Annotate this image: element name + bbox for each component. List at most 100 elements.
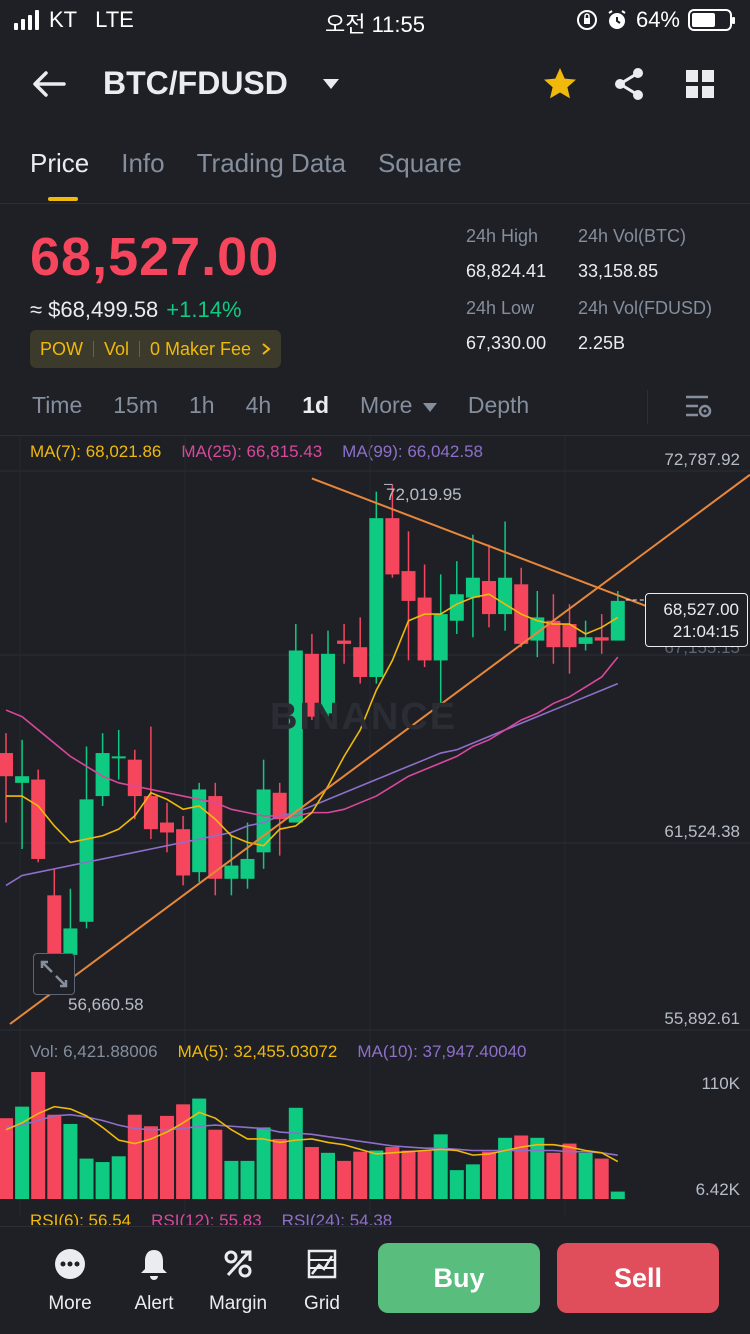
tf-1d[interactable]: 1d xyxy=(302,392,329,419)
low-marker-label: 56,660.58 xyxy=(68,995,144,1014)
candle-body xyxy=(465,577,480,598)
volume-bar xyxy=(321,1152,335,1199)
nav-alert[interactable]: Alert xyxy=(114,1245,194,1315)
tag-row[interactable]: POW Vol 0 Maker Fee xyxy=(30,330,282,368)
nav-grid[interactable]: Grid xyxy=(282,1245,362,1315)
tab-info[interactable]: Info xyxy=(121,148,164,179)
stat-24h-vol-btc: 24h Vol(BTC) 33,158.85 xyxy=(578,226,687,281)
volume-bar xyxy=(47,1114,62,1199)
rsi12-label: RSI(12): 55.83 xyxy=(151,1211,262,1225)
tf-time[interactable]: Time xyxy=(32,392,82,419)
fullscreen-icon[interactable] xyxy=(33,953,75,995)
volume-bar xyxy=(482,1151,496,1199)
chevron-right-icon[interactable] xyxy=(261,342,271,356)
volume-bar xyxy=(594,1158,609,1199)
volume-bar xyxy=(401,1150,416,1199)
price-chart[interactable] xyxy=(0,436,750,1226)
bell-icon xyxy=(141,1250,167,1280)
tf-depth[interactable]: Depth xyxy=(468,392,529,419)
tf-15m[interactable]: 15m xyxy=(113,392,158,419)
volume-bar xyxy=(610,1191,625,1199)
bottom-action-bar: More Alert Margin Grid Buy Sell xyxy=(0,1226,750,1334)
candle-body xyxy=(498,577,513,615)
stat-24h-low: 24h Low 67,330.00 xyxy=(466,298,547,353)
nav-margin-label: Margin xyxy=(208,1293,268,1314)
volume-bar xyxy=(433,1134,448,1199)
vol-ma10-label: MA(10): 37,947.40040 xyxy=(357,1042,527,1061)
volume-label: Vol: 6,421.88006 xyxy=(30,1042,158,1061)
axis-volume-label: 110K xyxy=(701,1074,740,1093)
share-icon[interactable] xyxy=(609,64,649,104)
pair-title[interactable]: BTC/FDUSD xyxy=(103,65,288,102)
candle-body xyxy=(224,865,239,879)
nav-grid-label: Grid xyxy=(304,1293,340,1314)
current-price: 68,527.00 xyxy=(663,600,739,619)
candle-body xyxy=(63,928,78,955)
tag-maker-fee[interactable]: 0 Maker Fee xyxy=(150,339,251,360)
candle-body xyxy=(15,776,30,783)
candle-body xyxy=(433,614,448,661)
volume-bar xyxy=(95,1162,110,1199)
candle-body xyxy=(95,753,110,797)
axis-volume-label: 6.42K xyxy=(695,1180,740,1199)
volume-bar xyxy=(272,1138,287,1199)
candle-body xyxy=(353,647,368,677)
volume-bar xyxy=(546,1152,561,1199)
candle-body xyxy=(192,789,207,873)
volume-bar xyxy=(337,1160,352,1199)
candle-body xyxy=(369,518,384,677)
candle-body xyxy=(176,829,191,876)
volume-bar xyxy=(304,1147,319,1199)
timeframe-bar: Time 15m 1h 4h 1d More Depth xyxy=(32,392,560,419)
rsi-legend: RSI(6): 56.54 RSI(12): 55.83 RSI(24): 54… xyxy=(30,1211,392,1225)
volume-bar xyxy=(176,1104,191,1199)
alarm-icon xyxy=(608,10,626,29)
volume-bar xyxy=(79,1158,94,1199)
candle-body xyxy=(401,571,416,601)
axis-price-label: 61,524.38 xyxy=(664,822,740,841)
grid-menu-icon[interactable] xyxy=(680,64,720,104)
high-marker-label: 72,019.95 xyxy=(386,485,462,504)
last-price: 68,527.00 xyxy=(30,227,280,287)
battery-level xyxy=(692,13,716,27)
candle-body xyxy=(417,597,432,661)
buy-button[interactable]: Buy xyxy=(378,1243,540,1313)
favorite-star-icon[interactable] xyxy=(540,64,580,104)
tab-trading-data[interactable]: Trading Data xyxy=(197,148,346,179)
nav-more-label: More xyxy=(48,1293,92,1314)
tag-pow[interactable]: POW xyxy=(40,339,83,360)
axis-price-label: 72,787.92 xyxy=(664,450,740,469)
volume-bar xyxy=(288,1107,303,1199)
volume-legend: Vol: 6,421.88006 MA(5): 32,455.03072 MA(… xyxy=(30,1042,527,1062)
tf-4h[interactable]: 4h xyxy=(246,392,272,419)
rsi24-label: RSI(24): 54.38 xyxy=(281,1211,393,1225)
nav-alert-label: Alert xyxy=(134,1293,174,1314)
stat-24h-high: 24h High 68,824.41 xyxy=(466,226,547,281)
tf-1h[interactable]: 1h xyxy=(189,392,215,419)
back-arrow-icon[interactable] xyxy=(30,66,70,102)
chevron-down-icon[interactable] xyxy=(322,78,340,90)
candle-body xyxy=(385,518,400,575)
nav-margin[interactable]: Margin xyxy=(198,1245,278,1315)
candle-countdown: 21:04:15 xyxy=(672,622,739,641)
volume-bar xyxy=(353,1151,368,1199)
candle-body xyxy=(594,637,609,641)
volume-bar xyxy=(465,1164,480,1199)
chart-settings-icon[interactable] xyxy=(684,393,714,421)
resistance-trendline xyxy=(311,477,651,609)
tab-price[interactable]: Price xyxy=(30,148,89,179)
volume-bar xyxy=(224,1160,239,1199)
volume-bar xyxy=(63,1123,78,1199)
volume-bar xyxy=(417,1150,432,1199)
nav-more[interactable]: More xyxy=(30,1245,110,1315)
stat-24h-vol-fdusd: 24h Vol(FDUSD) 2.25B xyxy=(578,298,713,353)
tag-vol[interactable]: Vol xyxy=(104,339,129,360)
price-change-percent: +1.14% xyxy=(166,297,242,322)
sell-button[interactable]: Sell xyxy=(557,1243,719,1313)
battery-icon xyxy=(688,9,735,31)
tf-more[interactable]: More xyxy=(360,392,437,419)
tab-square[interactable]: Square xyxy=(378,148,462,179)
battery-percent: 64% xyxy=(635,7,680,32)
grid-icon xyxy=(307,1249,337,1279)
status-bar: KT LTE 오전 11:55 64% xyxy=(0,0,750,40)
